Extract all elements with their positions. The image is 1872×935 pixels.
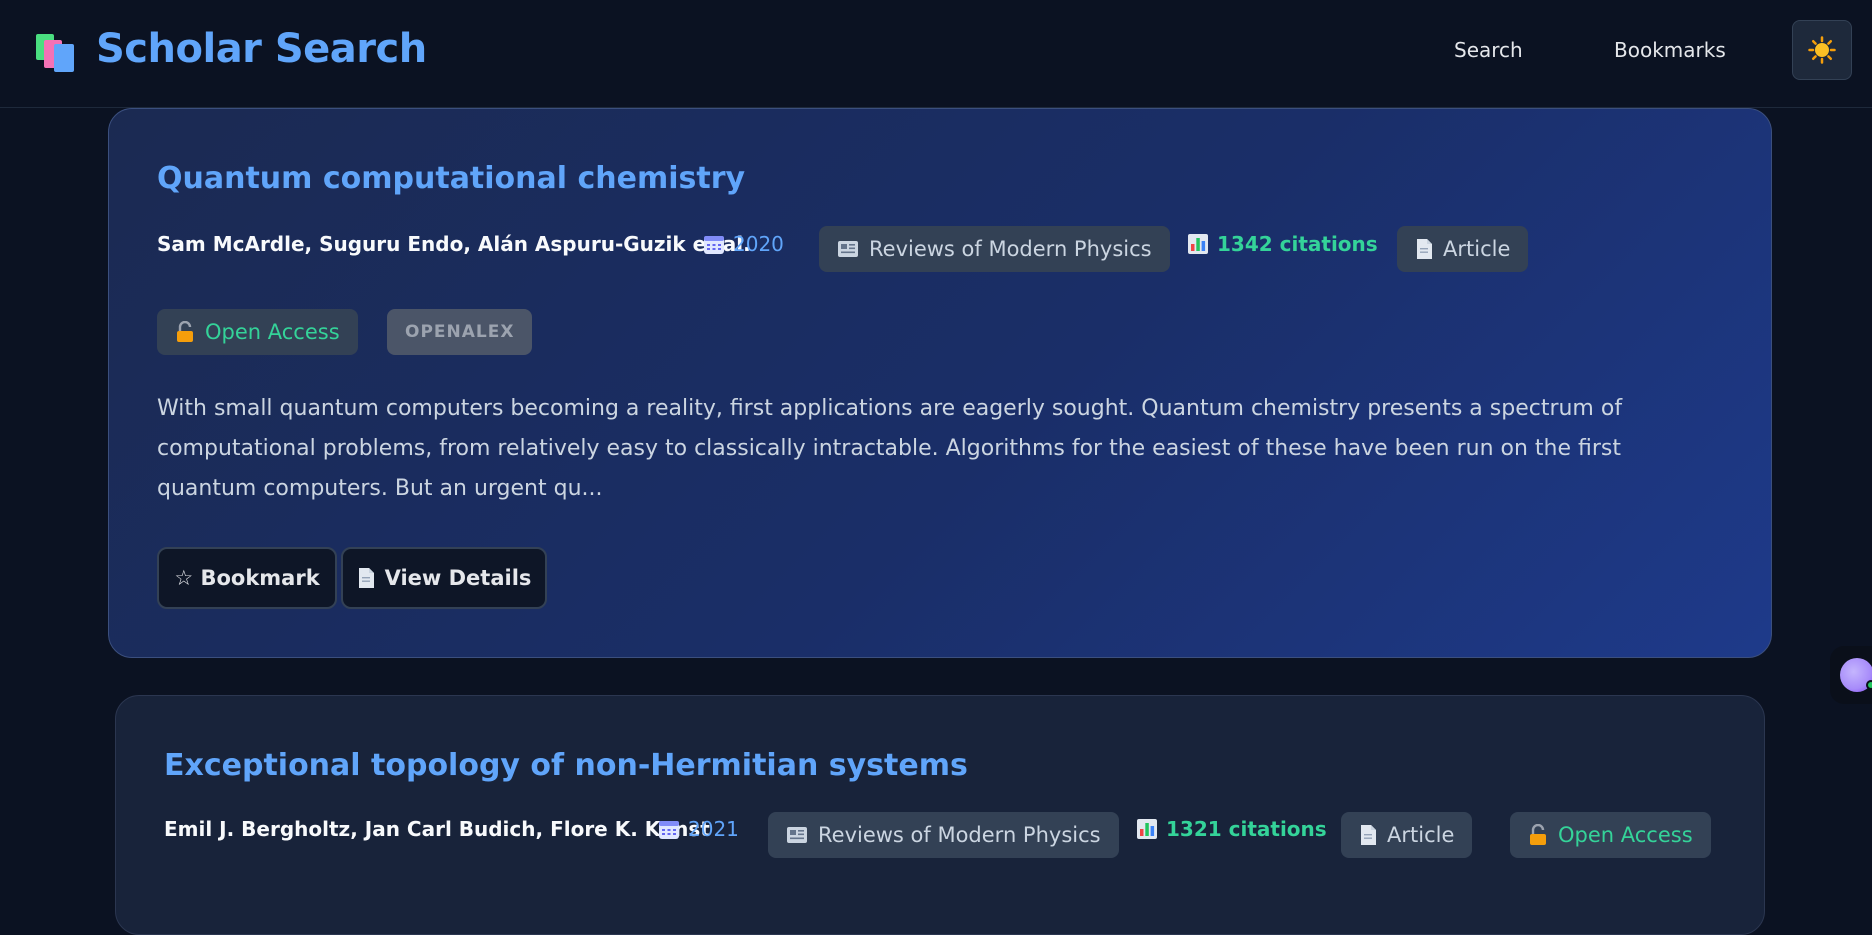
unlock-icon — [177, 321, 193, 342]
theme-toggle-button[interactable] — [1792, 20, 1852, 80]
year-text: 2020 — [733, 232, 784, 256]
citation-count: 1321 citations — [1136, 817, 1327, 841]
result-title[interactable]: Exceptional topology of non-Hermitian sy… — [164, 748, 968, 783]
result-title[interactable]: Quantum computational chemistry — [157, 161, 745, 196]
app-title[interactable]: Scholar Search — [96, 26, 427, 72]
books-icon — [36, 34, 74, 72]
open-access-text: Open Access — [1558, 823, 1693, 847]
open-access-text: Open Access — [205, 320, 340, 344]
source-badge: OPENALEX — [387, 309, 533, 355]
online-status-dot — [1866, 680, 1872, 690]
citations-text: 1321 citations — [1166, 817, 1327, 841]
journal-badge: Reviews of Modern Physics — [768, 812, 1119, 858]
newspaper-icon — [787, 827, 807, 843]
newspaper-icon — [838, 241, 858, 257]
type-badge: Article — [1341, 812, 1473, 858]
result-card: Quantum computational chemistry Sam McAr… — [108, 108, 1772, 658]
journal-badge: Reviews of Modern Physics — [819, 226, 1170, 272]
document-icon — [1361, 825, 1376, 845]
document-icon — [358, 568, 374, 588]
calendar-icon — [659, 821, 679, 839]
journal-text: Reviews of Modern Physics — [869, 237, 1152, 261]
type-text: Article — [1443, 237, 1511, 261]
top-nav-bar: Scholar Search Search Bookmarks — [0, 0, 1872, 108]
sun-icon — [1808, 36, 1836, 64]
bar-chart-icon — [1137, 819, 1157, 839]
citations-text: 1342 citations — [1217, 232, 1378, 256]
result-authors: Emil J. Bergholtz, Jan Carl Budich, Flor… — [164, 817, 710, 841]
open-access-badge: Open Access — [157, 309, 358, 355]
view-details-button[interactable]: View Details — [341, 547, 547, 609]
nav-bookmarks-link[interactable]: Bookmarks — [1614, 38, 1726, 62]
type-badge: Article — [1397, 226, 1529, 272]
result-authors: Sam McArdle, Suguru Endo, Alán Aspuru-Gu… — [157, 232, 751, 256]
calendar-icon — [704, 236, 724, 254]
result-abstract: With small quantum computers becoming a … — [157, 396, 1623, 501]
result-card: Exceptional topology of non-Hermitian sy… — [115, 695, 1765, 935]
bar-chart-icon — [1188, 234, 1208, 254]
open-access-badge: Open Access — [1510, 812, 1711, 858]
document-icon — [1417, 239, 1432, 259]
type-text: Article — [1387, 823, 1455, 847]
bookmark-button[interactable]: ☆ Bookmark — [157, 547, 337, 609]
year-text: 2021 — [688, 817, 739, 841]
citation-count: 1342 citations — [1187, 232, 1378, 256]
result-year: 2020 — [703, 232, 784, 256]
view-details-label: View Details — [384, 566, 532, 590]
assistant-launcher[interactable] — [1830, 646, 1872, 704]
unlock-icon — [1530, 824, 1546, 845]
journal-text: Reviews of Modern Physics — [818, 823, 1101, 847]
result-year: 2021 — [658, 817, 739, 841]
nav-search-link[interactable]: Search — [1454, 38, 1523, 62]
